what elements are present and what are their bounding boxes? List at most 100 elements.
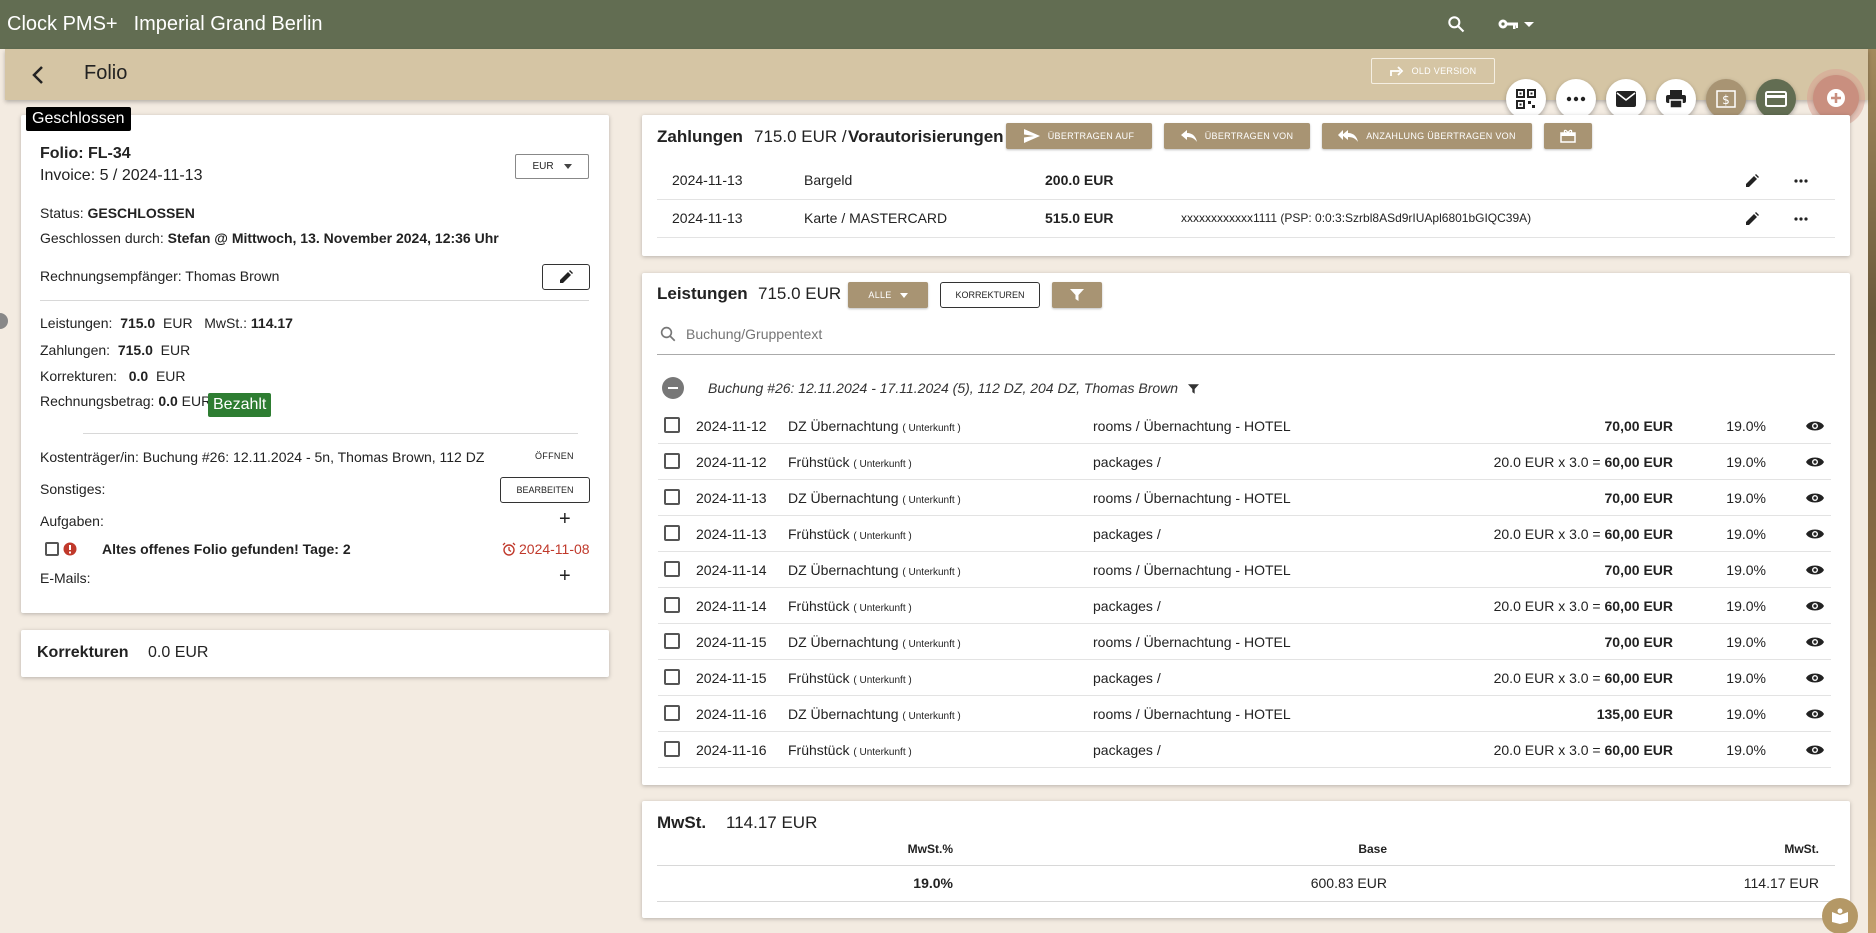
closed-by-value: Stefan @ Mittwoch, 13. November 2024, 12… <box>167 230 499 246</box>
plus-circle-icon <box>1827 89 1845 107</box>
payment-date: 2024-11-13 <box>672 172 743 188</box>
charge-price-group: 20.0 EUR x 3.0 = 60,00 EUR <box>1494 598 1673 614</box>
folio-summary-card: Folio: FL-34 Invoice: 5 / 2024-11-13 EUR… <box>21 115 609 613</box>
eye-icon[interactable] <box>1806 564 1824 576</box>
old-version-button[interactable]: OLD VERSION <box>1371 58 1495 84</box>
currency-select[interactable]: EUR <box>515 154 589 179</box>
mwst-label: MwSt.: <box>204 315 248 331</box>
leistungen-summary: Leistungen: 715.0 EUR MwSt.: 114.17 <box>40 315 293 331</box>
charge-name: Frühstück ( Unterkunft ) <box>788 742 912 758</box>
charge-price-group: 20.0 EUR x 3.0 = 60,00 EUR <box>1494 670 1673 686</box>
add-email-button[interactable]: + <box>559 565 571 588</box>
filter-all-dropdown[interactable]: ALLE <box>848 282 928 308</box>
add-task-button[interactable]: + <box>559 508 571 531</box>
charge-title: Frühstück <box>788 454 850 470</box>
reply-all-icon <box>1338 130 1359 142</box>
back-arrow-icon[interactable] <box>27 63 51 87</box>
korrekturen-summary: Korrekturen: 0.0 EUR <box>40 368 186 384</box>
leistungen-value: 715.0 <box>120 315 156 331</box>
charge-checkbox[interactable] <box>664 705 680 721</box>
help-chat-button[interactable] <box>1822 898 1858 933</box>
credit-card-icon <box>1765 91 1787 107</box>
eye-icon[interactable] <box>1806 600 1824 612</box>
charge-name: DZ Übernachtung ( Unterkunft ) <box>788 706 961 722</box>
voucher-button[interactable] <box>1544 123 1592 149</box>
card-payment-button[interactable] <box>1756 79 1796 119</box>
eye-icon[interactable] <box>1806 420 1824 432</box>
chevron-down-icon <box>899 292 908 298</box>
eye-icon[interactable] <box>1806 492 1824 504</box>
charge-checkbox[interactable] <box>664 561 680 577</box>
key-icon[interactable] <box>1496 12 1520 36</box>
cost-bearer-line: Kostenträger/in: Buchung #26: 12.11.2024… <box>40 449 484 465</box>
cost-value: Buchung #26: 12.11.2024 - 5n, Thomas Bro… <box>142 449 485 465</box>
vat-value: 114.17 EUR <box>1743 875 1819 891</box>
charge-checkbox[interactable] <box>664 633 680 649</box>
charge-calc: 20.0 EUR x 3.0 = <box>1493 526 1601 542</box>
cash-button[interactable]: $ <box>1706 79 1746 119</box>
closed-by-label: Geschlossen durch: <box>40 230 164 246</box>
eye-icon[interactable] <box>1806 636 1824 648</box>
chevron-down-icon <box>563 164 572 169</box>
edit-recipient-button[interactable] <box>542 264 590 290</box>
charges-search-input[interactable] <box>686 321 1816 347</box>
charge-account: packages / <box>1093 598 1161 614</box>
eye-icon[interactable] <box>1806 528 1824 540</box>
charge-checkbox[interactable] <box>664 669 680 685</box>
charge-checkbox[interactable] <box>664 597 680 613</box>
charge-row: 2024-11-16 Frühstück ( Unterkunft ) packag… <box>658 732 1831 768</box>
more-horizontal-icon[interactable] <box>1794 179 1808 183</box>
vat-base: 600.83 EUR <box>1310 875 1387 891</box>
print-button[interactable] <box>1656 79 1696 119</box>
edit-misc-button[interactable]: BEARBEITEN <box>500 477 590 503</box>
charge-price-group: 70,00 EUR <box>1605 634 1673 650</box>
charge-checkbox[interactable] <box>664 489 680 505</box>
more-horizontal-icon[interactable] <box>1794 217 1808 221</box>
transfer-from-label: ÜBERTRAGEN VON <box>1204 131 1294 141</box>
printer-icon <box>1666 90 1686 108</box>
more-actions-button[interactable] <box>1556 79 1596 119</box>
hotel-name[interactable]: Imperial Grand Berlin <box>134 13 323 36</box>
charge-row: 2024-11-12 Frühstück ( Unterkunft ) packag… <box>658 444 1831 480</box>
charge-date: 2024-11-16 <box>696 706 767 722</box>
task-checkbox[interactable] <box>45 542 59 556</box>
send-icon <box>1023 129 1040 143</box>
corrections-button[interactable]: KORREKTUREN <box>940 282 1040 308</box>
eye-icon[interactable] <box>1806 456 1824 468</box>
charge-vat: 19.0% <box>1726 418 1766 434</box>
charge-checkbox[interactable] <box>664 453 680 469</box>
email-button[interactable] <box>1606 79 1646 119</box>
charge-checkbox[interactable] <box>664 525 680 541</box>
open-booking-button[interactable]: ÖFFNEN <box>535 451 574 461</box>
charge-date: 2024-11-14 <box>696 562 767 578</box>
misc-label: Sonstiges: <box>40 481 106 497</box>
charge-account: rooms / Übernachtung - HOTEL <box>1093 418 1291 434</box>
rechnungsbetrag-summary: Rechnungsbetrag: 0.0 EUR <box>40 393 211 409</box>
emails-label: E-Mails: <box>40 570 91 586</box>
charge-checkbox[interactable] <box>664 417 680 433</box>
charge-price-group: 70,00 EUR <box>1605 562 1673 578</box>
side-drawer-handle[interactable] <box>0 313 8 329</box>
charge-checkbox[interactable] <box>664 741 680 757</box>
chevron-down-icon[interactable] <box>1522 20 1536 30</box>
filter-all-label: ALLE <box>868 290 892 300</box>
pencil-icon[interactable] <box>1745 212 1759 226</box>
search-icon[interactable] <box>1446 14 1466 34</box>
charge-vat: 19.0% <box>1726 526 1766 542</box>
eye-icon[interactable] <box>1806 708 1824 720</box>
transfer-to-button[interactable]: ÜBERTRAGEN AUF <box>1006 123 1152 149</box>
collapse-group-button[interactable] <box>662 377 684 399</box>
eye-icon[interactable] <box>1806 744 1824 756</box>
charge-account: packages / <box>1093 454 1161 470</box>
charge-price-group: 70,00 EUR <box>1605 418 1673 434</box>
eye-icon[interactable] <box>1806 672 1824 684</box>
preauth-label[interactable]: Vorautorisierungen <box>848 127 1004 147</box>
pencil-icon[interactable] <box>1745 174 1759 188</box>
zahlungen-summary: Zahlungen: 715.0 EUR <box>40 342 190 358</box>
transfer-from-button[interactable]: ÜBERTRAGEN VON <box>1164 123 1310 149</box>
transfer-deposit-button[interactable]: ANZAHLUNG ÜBERTRAGEN VON <box>1322 123 1532 149</box>
charge-date: 2024-11-16 <box>696 742 767 758</box>
qr-code-button[interactable] <box>1506 79 1546 119</box>
filter-button[interactable] <box>1052 282 1102 308</box>
filter-icon[interactable] <box>1188 384 1199 394</box>
